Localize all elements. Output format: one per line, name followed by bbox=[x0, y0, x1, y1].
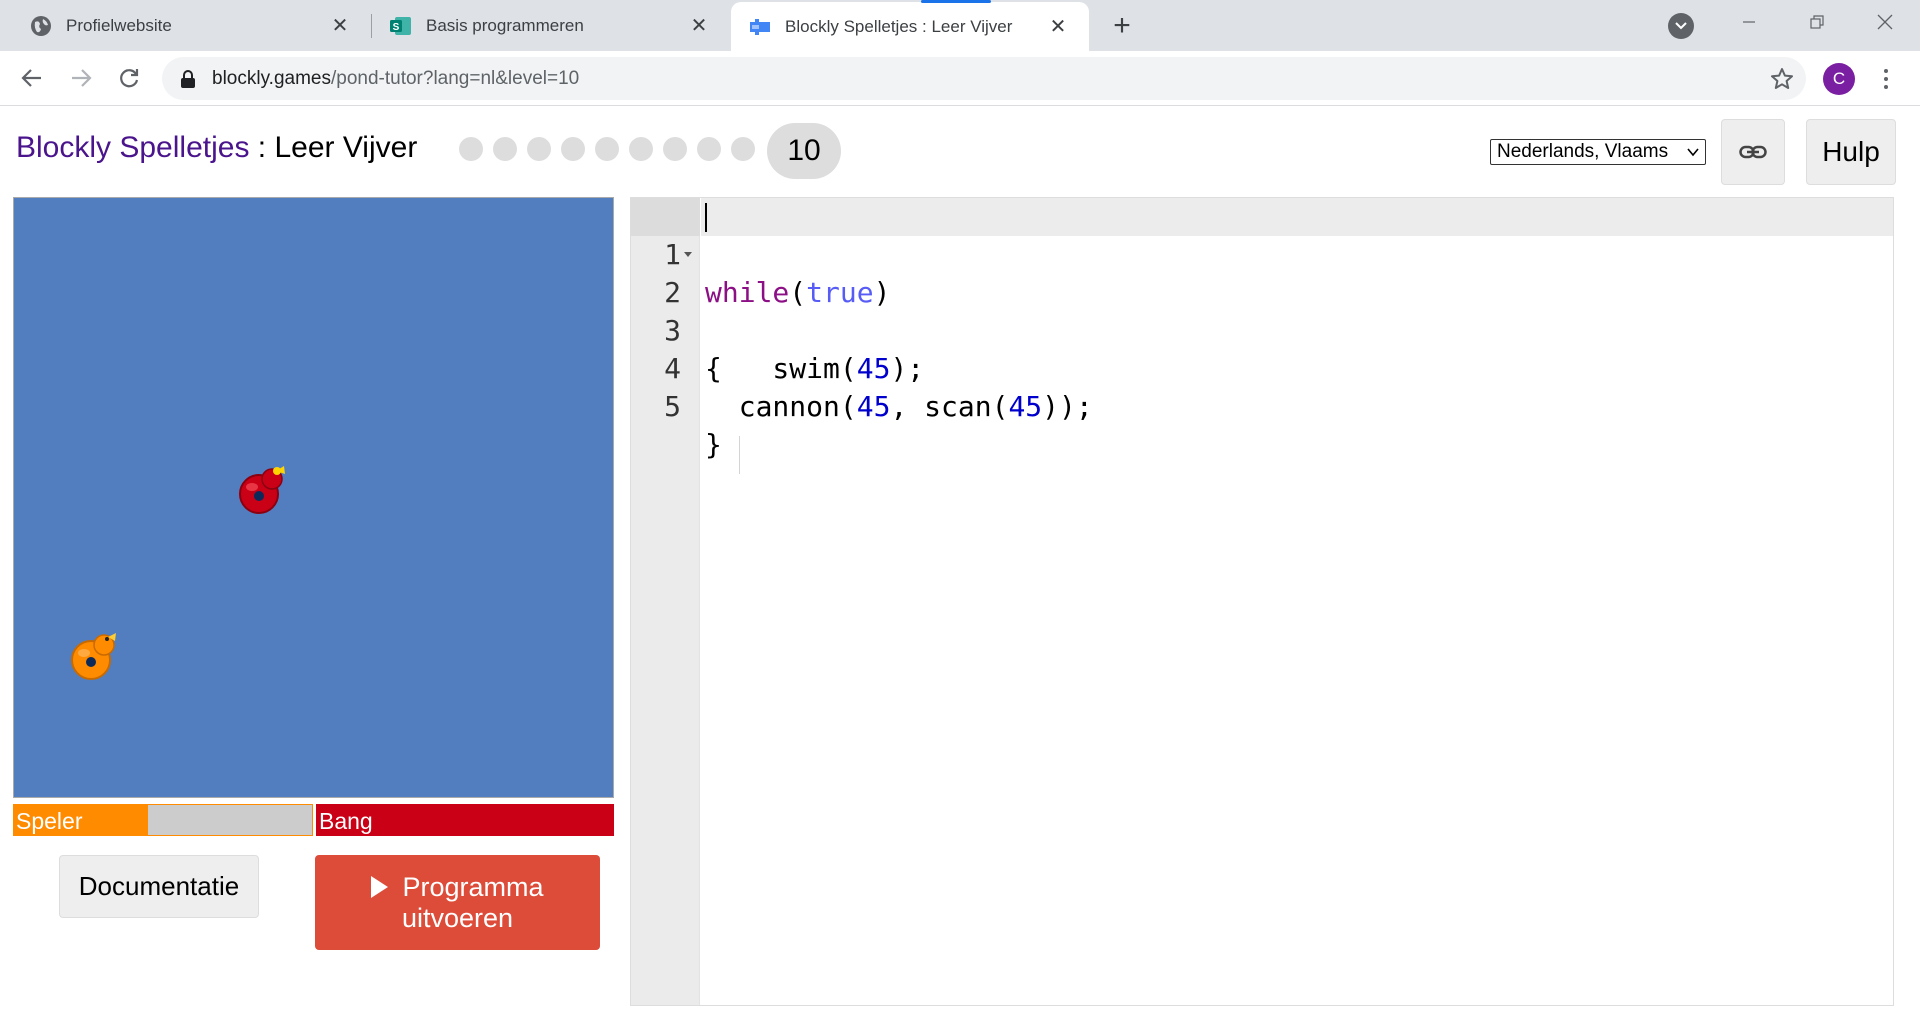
close-window-button[interactable] bbox=[1856, 0, 1914, 44]
tab-title: Profielwebsite bbox=[66, 15, 172, 35]
help-button[interactable]: Hulp bbox=[1806, 119, 1896, 185]
level-name: Leer Vijver bbox=[274, 131, 418, 164]
link-button[interactable] bbox=[1721, 119, 1785, 185]
level-dot[interactable] bbox=[493, 137, 517, 161]
run-program-button[interactable]: Programma uitvoeren bbox=[315, 855, 600, 950]
forward-button[interactable] bbox=[62, 59, 100, 97]
level-dot[interactable] bbox=[561, 137, 585, 161]
minimize-icon bbox=[1743, 21, 1755, 23]
reload-button[interactable] bbox=[110, 59, 148, 97]
browser-menu-icon[interactable] bbox=[1874, 63, 1898, 95]
play-icon bbox=[371, 875, 389, 898]
code-editor[interactable]: 1 while(true) 2 { 3 swim(45); 4 cannon(4… bbox=[630, 197, 1894, 1006]
link-icon bbox=[1739, 145, 1767, 159]
tab-search-button[interactable] bbox=[1668, 13, 1694, 39]
back-button[interactable] bbox=[13, 59, 51, 97]
level-progress bbox=[459, 137, 755, 161]
code-line[interactable]: 5 } bbox=[631, 350, 1893, 461]
close-icon[interactable]: ✕ bbox=[325, 11, 355, 41]
globe-icon bbox=[31, 15, 51, 36]
player-name: Speler bbox=[16, 808, 83, 834]
player-duck bbox=[71, 633, 116, 680]
level-dot[interactable] bbox=[629, 137, 653, 161]
lock-icon bbox=[181, 69, 195, 88]
code-line[interactable]: 1 while(true) bbox=[631, 198, 1893, 309]
level-dot[interactable] bbox=[697, 137, 721, 161]
sway-icon: S bbox=[390, 16, 411, 35]
opponent-name: Bang bbox=[319, 808, 373, 834]
chevron-down-icon bbox=[1675, 22, 1687, 30]
level-current-indicator: 10 bbox=[767, 123, 841, 179]
documentation-button[interactable]: Documentatie bbox=[59, 855, 259, 918]
player-health-bar: Speler bbox=[13, 804, 313, 836]
tab-strip: Profielwebsite ✕ S Basis programmeren ✕ … bbox=[0, 0, 1920, 51]
svg-text:S: S bbox=[393, 22, 400, 33]
page-title: Blockly Spelletjes : Leer Vijver bbox=[16, 131, 418, 164]
restore-button[interactable] bbox=[1788, 0, 1846, 44]
tab-title: Basis programmeren bbox=[426, 15, 584, 35]
code-line[interactable]: 2 { bbox=[631, 236, 1893, 385]
fold-arrow-icon[interactable] bbox=[684, 252, 692, 257]
arrow-right-icon bbox=[72, 69, 92, 87]
browser-toolbar: blockly.games/pond-tutor?lang=nl&level=1… bbox=[0, 51, 1920, 106]
language-select[interactable]: Nederlands, Vlaams bbox=[1490, 139, 1706, 165]
reload-icon bbox=[120, 69, 139, 88]
pond-canvas bbox=[13, 197, 614, 798]
address-bar[interactable]: blockly.games/pond-tutor?lang=nl&level=1… bbox=[162, 57, 1806, 100]
new-tab-button[interactable]: + bbox=[1106, 10, 1138, 42]
profile-avatar[interactable]: C bbox=[1823, 63, 1855, 95]
close-icon bbox=[1877, 14, 1893, 30]
line-number: 5 bbox=[664, 390, 681, 423]
game-name-link[interactable]: Blockly Spelletjes bbox=[16, 131, 249, 164]
restore-icon bbox=[1810, 15, 1824, 29]
chevron-down-icon bbox=[1687, 148, 1699, 157]
level-dot[interactable] bbox=[527, 137, 551, 161]
opponent-health-bar: Bang bbox=[316, 804, 614, 836]
tab-basis-programmeren[interactable]: S Basis programmeren ✕ bbox=[372, 0, 730, 51]
text-cursor bbox=[705, 203, 707, 232]
code-line[interactable]: 3 swim(45); bbox=[631, 274, 1893, 385]
tab-title: Blockly Spelletjes : Leer Vijver bbox=[785, 16, 1013, 36]
tab-profielwebsite[interactable]: Profielwebsite ✕ bbox=[0, 0, 372, 51]
url-text: blockly.games/pond-tutor?lang=nl&level=1… bbox=[212, 67, 580, 89]
bookmark-star-icon[interactable] bbox=[1770, 67, 1794, 91]
code-line[interactable]: 4 cannon(45, scan(45)); bbox=[631, 312, 1893, 423]
level-dot[interactable] bbox=[663, 137, 687, 161]
blockly-icon bbox=[750, 18, 770, 35]
opponent-duck bbox=[239, 466, 285, 514]
minimize-button[interactable] bbox=[1720, 0, 1778, 44]
tab-blockly-spelletjes[interactable]: Blockly Spelletjes : Leer Vijver ✕ bbox=[731, 0, 1089, 51]
arrow-left-icon bbox=[21, 69, 41, 87]
close-icon[interactable]: ✕ bbox=[1043, 12, 1073, 42]
level-dot[interactable] bbox=[459, 137, 483, 161]
level-dot[interactable] bbox=[731, 137, 755, 161]
close-icon[interactable]: ✕ bbox=[684, 11, 714, 41]
level-dot[interactable] bbox=[595, 137, 619, 161]
